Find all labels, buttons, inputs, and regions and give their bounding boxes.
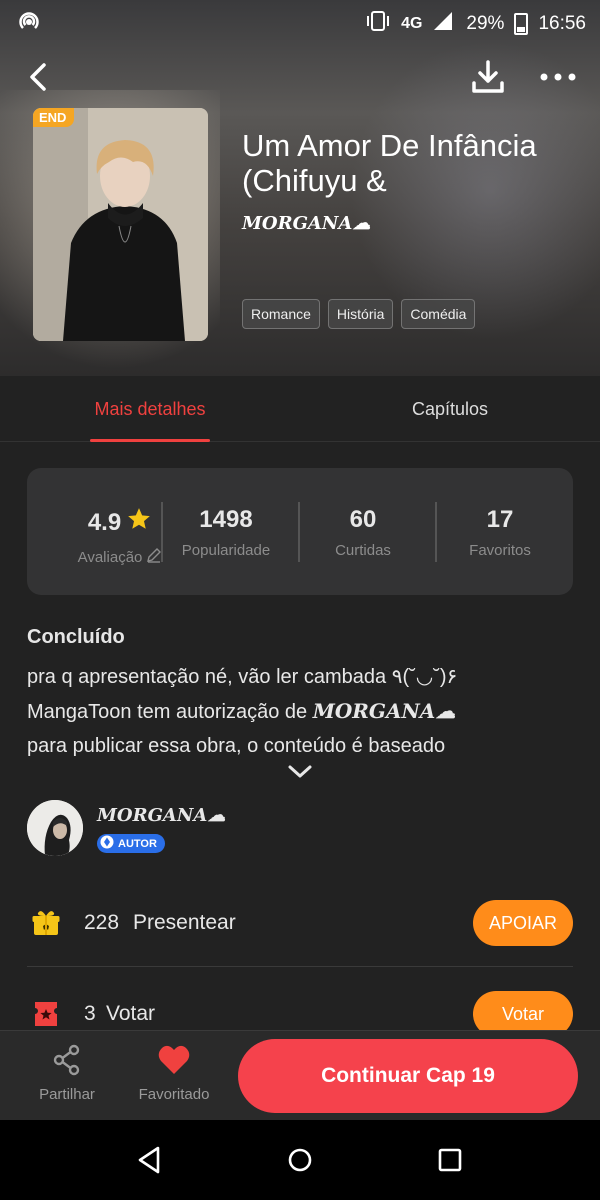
share-button[interactable]: Partilhar (30, 1043, 104, 1103)
system-navigation-bar (0, 1120, 600, 1200)
nav-back-icon[interactable] (132, 1142, 168, 1178)
completion-status: Concluído (27, 626, 125, 648)
description-author: 𝑴𝑶𝑹𝑮𝑨𝑵𝑨☁︎ (312, 699, 456, 723)
book-cover[interactable]: END (33, 108, 208, 341)
clock: 16:56 (538, 13, 586, 34)
favorite-button[interactable]: Favoritado (130, 1043, 218, 1103)
description-line: pra q apresentação né, vão ler cambada ٩… (27, 666, 458, 688)
tab-chapters[interactable]: Capítulos (390, 376, 510, 442)
heart-icon (157, 1045, 191, 1081)
gift-count: 228 (84, 911, 120, 934)
badge-diamond-icon (100, 835, 114, 852)
favorites-value: 17 (486, 506, 514, 533)
vote-count: 3 (84, 1002, 96, 1025)
author-badge-label: AUTOR (118, 837, 157, 850)
author-badge: AUTOR (97, 834, 165, 853)
favorite-label: Favoritado (138, 1086, 210, 1103)
description-prefix: MangaToon tem autorização de (27, 701, 313, 723)
description-line: MangaToon tem autorização de 𝑴𝑶𝑹𝑮𝑨𝑵𝑨☁︎ (27, 694, 572, 729)
end-badge: END (33, 108, 75, 127)
tag-romance[interactable]: Romance (242, 299, 320, 329)
author-name[interactable]: 𝑴𝑶𝑹𝑮𝑨𝑵𝑨☁︎ (97, 805, 225, 826)
battery-percent: 29% (466, 13, 505, 34)
top-nav (0, 55, 600, 99)
stat-likes: 60 Curtidas (295, 506, 431, 559)
status-bar: 4G 29% 16:56 (0, 0, 600, 44)
popularity-label: Popularidade (181, 542, 271, 559)
share-label: Partilhar (39, 1086, 95, 1103)
likes-label: Curtidas (335, 542, 391, 559)
vibrate-icon (365, 10, 391, 38)
stats-card: 4.9 Avaliação 1498 Popularidade 60 Curti… (27, 468, 573, 595)
network-type: 4G (401, 15, 423, 32)
favorites-label: Favoritos (469, 542, 531, 559)
star-icon (126, 506, 152, 539)
continue-reading-button[interactable]: Continuar Cap 19 (238, 1039, 578, 1113)
battery-icon (514, 13, 529, 35)
ticket-icon (32, 1000, 60, 1028)
tab-bar: Mais detalhes Capítulos (0, 376, 600, 442)
vote-label: Votar (106, 1002, 156, 1025)
popularity-value: 1498 (199, 506, 253, 533)
rating-label: Avaliação (77, 548, 143, 566)
signal-icon (432, 11, 456, 37)
book-title: Um Amor De Infância (Chifuyu & (242, 128, 537, 198)
tag-historia[interactable]: História (327, 299, 394, 329)
stat-favorites: 17 Favoritos (432, 506, 568, 559)
divider (27, 966, 573, 967)
gift-row: 228 Presentear APOIAR (27, 893, 573, 953)
bottom-action-bar: Partilhar Favoritado Continuar Cap 19 (0, 1030, 600, 1120)
likes-value: 60 (349, 506, 377, 533)
rating-value: 4.9 (87, 508, 122, 536)
chevron-down-icon[interactable] (286, 762, 314, 782)
tag-comedia[interactable]: Comédia (401, 299, 476, 329)
battery-level (517, 26, 526, 32)
back-arrow-icon[interactable] (22, 59, 58, 95)
cover-illustration (33, 108, 208, 341)
nav-home-icon[interactable] (282, 1142, 318, 1178)
avatar[interactable] (27, 800, 83, 856)
description-text: pra q apresentação né, vão ler cambada ٩… (27, 660, 572, 762)
description-line: para publicar essa obra, o conteúdo é ba… (27, 735, 446, 757)
author-name-header[interactable]: 𝑴𝑶𝑹𝑮𝑨𝑵𝑨☁︎ (242, 213, 370, 234)
stat-popularity: 1498 Popularidade (158, 506, 294, 559)
gift-label: Presentear (133, 911, 236, 934)
genre-tags: Romance História Comédia (242, 299, 476, 329)
hotspot-icon (16, 9, 42, 40)
nav-recent-icon[interactable] (432, 1142, 468, 1178)
support-button[interactable]: APOIAR (473, 900, 573, 946)
tab-details[interactable]: Mais detalhes (90, 376, 210, 442)
download-icon[interactable] (468, 57, 508, 97)
gift-icon (32, 909, 60, 937)
share-icon (50, 1044, 84, 1081)
more-dots-icon[interactable] (538, 59, 578, 95)
author-row[interactable]: 𝑴𝑶𝑹𝑮𝑨𝑵𝑨☁︎ AUTOR (27, 800, 327, 858)
